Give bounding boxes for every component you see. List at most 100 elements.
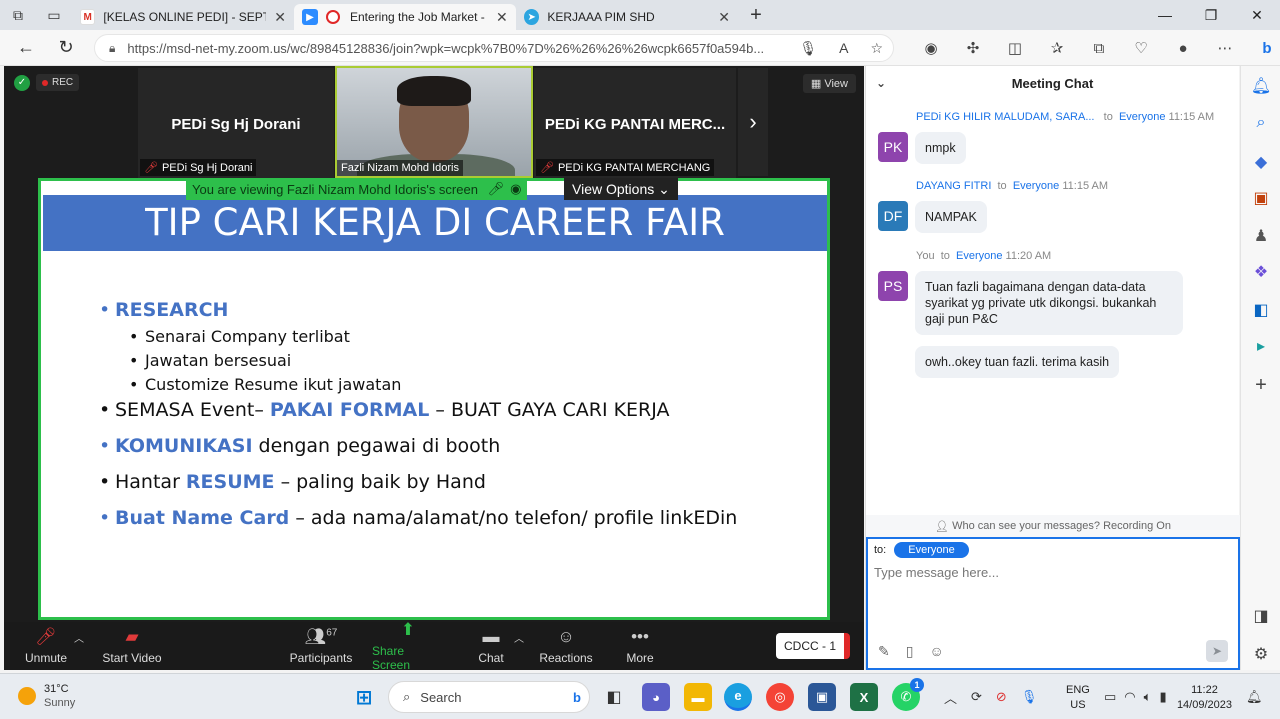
sidebar-toggle-icon[interactable]: ◨ [1241,606,1280,626]
more-label: More [626,651,654,665]
url-field[interactable]: 🔒︎ https://msd-net-my.zoom.us/wc/8984512… [94,34,894,62]
next-participants-button[interactable]: › [738,68,768,176]
tab-telegram[interactable]: ➤ KERJAAA PIM SHD ✕ [516,4,738,30]
close-icon[interactable]: ✕ [496,9,508,26]
avatar: PS [878,271,908,301]
chevron-up-icon[interactable]: ︿ [514,630,524,645]
toolbox-icon[interactable]: ▣ [1241,188,1280,208]
browser-essentials-icon[interactable]: ♡ [1120,39,1162,57]
emoji-icon[interactable]: ☺ [929,643,943,660]
unmute-button[interactable]: 🎤︎ Unmute [24,622,68,670]
chevron-down-icon[interactable]: ⌄ [876,76,886,90]
participant-tile[interactable]: PEDi Sg Hj Dorani 🎤︎ PEDi Sg Hj Dorani [138,68,334,178]
file-explorer-icon[interactable]: ▬ [684,683,712,711]
collections-icon[interactable]: ⧉ [1078,40,1120,57]
share-screen-button[interactable]: ⬆ Share Screen [372,620,444,672]
chat-button[interactable]: ▬ Chat [476,622,506,670]
sender-name: You [916,250,935,262]
refresh-icon[interactable]: ↻ [46,30,86,66]
close-icon[interactable]: ✕ [718,9,730,26]
edge-icon[interactable]: e [724,683,752,711]
view-options-button[interactable]: View Options ⌄ [564,178,678,200]
more-options-icon[interactable]: ⋯ [1204,39,1246,57]
participant-label-text: PEDi KG PANTAI MERCHANG [557,161,711,174]
remote-desktop-icon[interactable]: ▣ [808,683,836,711]
restore-icon[interactable]: ❐ [1188,0,1234,30]
sub-bullet: • Senarai Company terlibat [129,327,350,346]
new-tab-icon[interactable]: + [738,0,774,30]
copilot-bing-icon[interactable]: b [1246,40,1280,57]
more-button[interactable]: ••• More [624,622,656,670]
back-icon[interactable]: ← [6,30,46,66]
tag-icon[interactable]: ◆ [1241,152,1280,172]
search-icon[interactable]: ⌕ [1241,114,1280,132]
copilot-icon[interactable]: ❖ [1241,262,1280,282]
reactions-button[interactable]: ☺ Reactions [538,622,594,670]
chevron-down-icon: ⌄ [654,180,670,197]
participants-count: 67 [326,627,338,639]
chevron-up-icon[interactable]: ︿ [944,688,957,707]
battery-icon[interactable]: ▮ [1159,689,1166,705]
browser-tab-bar: ⧉ ▭ M [KELAS ONLINE PEDI] - SEPTEMB ✕ ▶ … [0,0,1280,30]
chat-header: ⌄ Meeting Chat [866,66,1239,100]
blocked-icon[interactable]: ⊘ [996,689,1007,705]
chat-message-input[interactable]: Type message here... [874,565,999,580]
notifications-icon[interactable]: 🔔︎ [1246,674,1263,719]
excel-icon[interactable]: X [850,683,878,711]
chess-icon[interactable]: ♟ [1241,226,1280,246]
taskbar-search[interactable]: ⌕ Search b [388,681,590,713]
cdcc-button[interactable]: CDCC - 1 [776,633,850,659]
edge-sidebar: 🔔︎ ⌕ ◆ ▣ ♟ ❖ ◧ ▸ + ◨ ⚙ [1240,66,1280,670]
workspaces-icon[interactable]: ⧉ [0,0,36,30]
participants-button[interactable]: 👥︎67 Participants [288,622,354,670]
tab-gmail[interactable]: M [KELAS ONLINE PEDI] - SEPTEMB ✕ [72,4,294,30]
send-button[interactable]: ➤ [1206,640,1228,662]
chevron-up-icon[interactable]: ︿ [74,630,84,645]
settings-gear-icon[interactable]: ⚙ [1241,644,1280,664]
display-icon[interactable]: ▭ [1104,689,1116,705]
tab-zoom[interactable]: ▶ Entering the Job Market - In ✕ [294,4,516,30]
extensions-puzzle-icon[interactable]: ✣ [952,39,994,57]
task-view-icon[interactable]: ◧ [600,683,628,711]
muted-mic-icon: 🎤︎ [540,162,554,174]
outlook-icon[interactable]: ◧ [1241,300,1280,320]
participant-tile[interactable]: PEDi KG PANTAI MERC... 🎤︎ PEDi KG PANTAI … [534,68,736,178]
windows-start-icon[interactable]: ⊞ [350,683,378,711]
chrome-icon[interactable]: ◎ [766,683,794,711]
recipient-dropdown[interactable]: Everyone [894,542,969,558]
format-icon[interactable]: ✎ [878,643,890,660]
send-tab-icon[interactable]: ▸ [1241,336,1280,356]
add-icon[interactable]: + [1241,374,1280,397]
tab-actions-icon[interactable]: ▭ [36,0,72,30]
rec-label: REC [52,77,74,88]
speaker-icon[interactable]: 🔈︎ [1144,689,1152,705]
participant-label: 🎤︎ PEDi Sg Hj Dorani [140,159,257,176]
start-video-button[interactable]: ▰ Start Video [100,622,164,670]
favorite-star-icon[interactable]: ☆ [870,40,883,57]
whatsapp-icon[interactable]: ✆ 1 [892,678,924,711]
microphone-icon[interactable]: 🎙︎ [1021,689,1038,705]
teams-icon[interactable]: ◕ [642,683,670,711]
bullet-text: – paling baik by Hand [274,471,486,493]
taskbar-clock[interactable]: 11:22 14/09/2023 [1177,683,1232,713]
view-button[interactable]: ▦ View [802,74,856,93]
close-icon[interactable]: ✕ [274,9,286,26]
sync-icon[interactable]: ⟳ [971,689,982,705]
file-icon[interactable]: ▯ [906,643,914,660]
profile-avatar-icon[interactable]: ● [1162,40,1204,57]
bell-icon[interactable]: 🔔︎ [1241,76,1280,96]
region-code: US [1070,699,1086,711]
minimize-icon[interactable]: — [1142,0,1188,30]
close-window-icon[interactable]: ✕ [1234,0,1280,30]
favorites-icon[interactable]: ✰ [1036,39,1078,57]
microphone-icon[interactable]: 🎙︎ [799,40,817,57]
extension-icon[interactable]: ◉ [910,39,952,57]
active-speaker-video[interactable]: Fazli Nizam Mohd Idoris [335,66,533,178]
read-aloud-icon[interactable]: A [839,40,848,57]
language-indicator[interactable]: ENG US [1066,683,1090,713]
split-screen-icon[interactable]: ◫ [994,39,1036,57]
wifi-icon[interactable]: ◠ [1124,689,1135,705]
weather-widget[interactable]: 31°C Sunny [18,682,75,710]
chat-visibility-note[interactable]: 👤︎ Who can see your messages? Recording … [866,515,1240,537]
video-off-icon: ▰ [125,627,139,646]
